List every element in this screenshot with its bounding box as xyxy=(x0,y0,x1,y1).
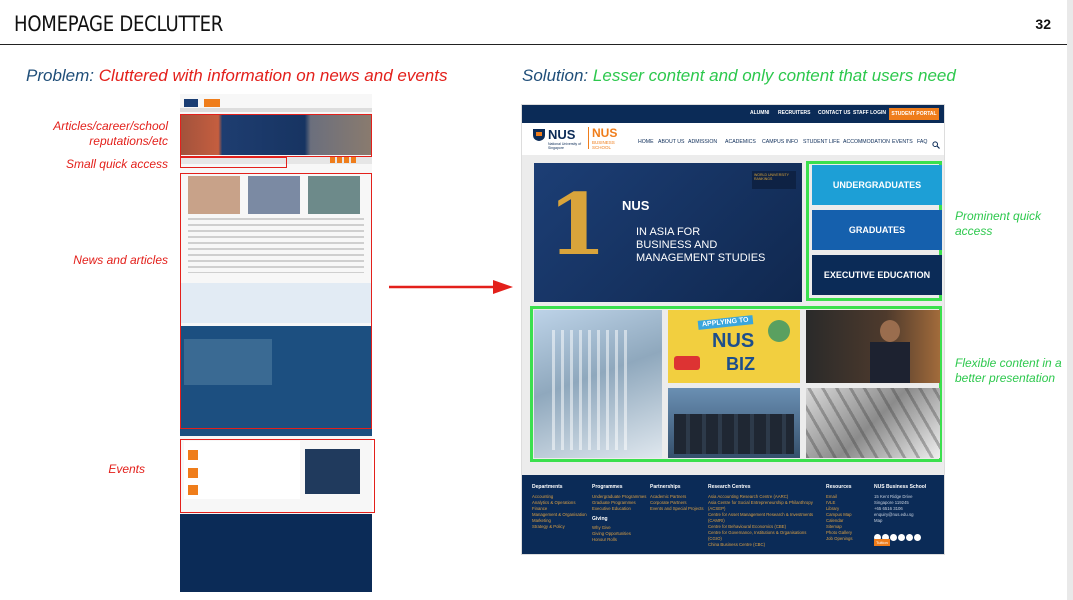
top-link-recruiters[interactable]: RECRUITERS xyxy=(778,110,811,116)
quick-access-executive-education[interactable]: EXECUTIVE EDUCATION xyxy=(812,255,942,295)
quick-access-undergraduates[interactable]: UNDERGRADUATES xyxy=(812,165,942,205)
nav-events[interactable]: EVENTS xyxy=(892,139,913,145)
annotation-prominent-quick-access: Prominent quick access xyxy=(955,209,1042,238)
main-nav: NUS National University of Singapore NUS… xyxy=(522,123,944,155)
top-link-alumni[interactable]: ALUMNI xyxy=(750,110,769,116)
slide-edge xyxy=(1067,0,1073,600)
problem-label: Problem: xyxy=(26,66,95,85)
hero-headline: IN ASIA FOR BUSINESS AND MANAGEMENT STUD… xyxy=(636,226,765,265)
nav-academics[interactable]: ACADEMICS xyxy=(725,139,756,145)
instagram-icon[interactable] xyxy=(898,534,905,541)
ranking-badge: WORLD UNIVERSITY RANKINGS xyxy=(752,171,796,189)
top-link-staff-login[interactable]: STAFF LOGIN xyxy=(853,110,886,116)
annotation-flexible-content: Flexible content in a better presentatio… xyxy=(955,356,1062,385)
footer-heading-partnerships: Partnerships xyxy=(650,484,681,490)
student-portal-button[interactable]: STUDENT PORTAL xyxy=(889,108,939,120)
footer-links-partnerships[interactable]: Academic Partners Corporate Partners Eve… xyxy=(650,494,706,512)
nus-logo-text: NUS xyxy=(548,127,576,142)
content-tile-speaker[interactable] xyxy=(806,310,940,383)
hero-brand: NUS xyxy=(622,198,650,213)
tile-biz-label: BIZ xyxy=(726,354,755,374)
slide-title: HOMEPAGE DECLUTTER xyxy=(14,12,224,36)
rss-icon[interactable] xyxy=(914,534,921,541)
annotation-quick-access: Small quick access xyxy=(65,157,168,171)
page-number: 32 xyxy=(1035,16,1051,32)
footer-links-research[interactable]: Asia Accounting Research Centre (AARC) A… xyxy=(708,494,820,548)
content-tile-building[interactable] xyxy=(534,310,662,458)
site-footer: Departments Programmes Partnerships Rese… xyxy=(522,475,944,554)
school-logo-text: NUS xyxy=(592,126,618,140)
old-logo xyxy=(184,94,244,108)
youtube-icon[interactable] xyxy=(890,534,897,541)
solution-text: Lesser content and only content that use… xyxy=(592,66,956,85)
annotation-articles: Articles/career/school reputations/etc xyxy=(53,119,168,148)
problem-text: Cluttered with information on news and e… xyxy=(98,66,448,85)
highlight-events xyxy=(180,439,375,513)
top-utility-bar: ALUMNI RECRUITERS CONTACT US STAFF LOGIN… xyxy=(522,105,944,123)
hero-line-1: IN ASIA FOR xyxy=(636,226,701,238)
arrow-icon xyxy=(389,280,513,294)
footer-links-departments[interactable]: Accounting Analytics & Operations Financ… xyxy=(532,494,590,530)
linkedin-icon[interactable] xyxy=(906,534,913,541)
tile-nus-label: NUS xyxy=(712,330,755,352)
problem-heading: Problem: Cluttered with information on n… xyxy=(26,66,447,86)
nav-accommodation[interactable]: ACCOMMODATION xyxy=(843,139,890,145)
footer-tuition-button[interactable]: Tuition xyxy=(874,539,890,546)
annotation-events: Events xyxy=(108,462,145,476)
solution-label: Solution: xyxy=(522,66,589,85)
footer-links-giving[interactable]: Why Give Giving Opportunities Honour Rol… xyxy=(592,525,650,543)
hero-line-2: BUSINESS AND xyxy=(636,239,718,251)
annotation-news: News and articles xyxy=(73,253,168,267)
slide: HOMEPAGE DECLUTTER 32 Problem: Cluttered… xyxy=(0,0,1073,600)
nus-crest-icon xyxy=(532,128,546,142)
hero-line-3: MANAGEMENT STUDIES xyxy=(636,252,766,264)
nav-campus-info[interactable]: CAMPUS INFO xyxy=(762,139,798,145)
main-content-area: 1 NUS IN ASIA FOR BUSINESS AND MANAGEMEN… xyxy=(522,155,944,489)
title-divider xyxy=(0,44,1067,45)
solution-heading: Solution: Lesser content and only conten… xyxy=(522,66,956,86)
top-link-contact[interactable]: CONTACT US xyxy=(818,110,850,116)
highlight-articles xyxy=(180,114,372,157)
nav-student-life[interactable]: STUDENT LIFE xyxy=(803,139,840,145)
footer-heading-research: Research Centres xyxy=(708,484,751,490)
school-logo-subtitle: BUSINESS SCHOOL xyxy=(592,140,615,150)
footer-heading-programmes: Programmes xyxy=(592,484,623,490)
quick-access-graduates[interactable]: GRADUATES xyxy=(812,210,942,250)
hero-banner[interactable]: 1 NUS IN ASIA FOR BUSINESS AND MANAGEMEN… xyxy=(534,163,802,302)
nav-faq[interactable]: FAQ xyxy=(917,139,927,145)
footer-heading-school: NUS Business School xyxy=(874,484,927,490)
footer-heading-giving: Giving xyxy=(592,516,608,522)
footer-links-resources[interactable]: Email IVLE Library Campus Map Calendar S… xyxy=(826,494,870,542)
tile-applying-label: APPLYING TO xyxy=(697,315,754,330)
content-tile-group-photo[interactable] xyxy=(668,388,800,458)
footer-heading-resources: Resources xyxy=(826,484,852,490)
highlight-news xyxy=(180,173,372,429)
nav-home[interactable]: HOME xyxy=(638,139,654,145)
footer-address: 15 Kent Ridge Drive Singapore 119245 +65… xyxy=(874,494,914,523)
nav-admission[interactable]: ADMISSION xyxy=(688,139,717,145)
search-icon[interactable] xyxy=(932,136,940,154)
hero-number: 1 xyxy=(548,175,607,274)
new-homepage-mockup: ALUMNI RECRUITERS CONTACT US STAFF LOGIN… xyxy=(521,104,945,555)
content-tile-applying-nus-biz[interactable]: APPLYING TO NUS BIZ xyxy=(668,310,800,383)
content-tile-interior[interactable] xyxy=(806,388,940,458)
nav-about[interactable]: ABOUT US xyxy=(658,139,684,145)
highlight-quick-access xyxy=(180,157,287,168)
footer-links-programmes[interactable]: Undergraduate Programmes Graduate Progra… xyxy=(592,494,650,512)
footer-heading-departments: Departments xyxy=(532,484,563,490)
nus-logo-subtitle: National University of Singapore xyxy=(548,142,582,150)
